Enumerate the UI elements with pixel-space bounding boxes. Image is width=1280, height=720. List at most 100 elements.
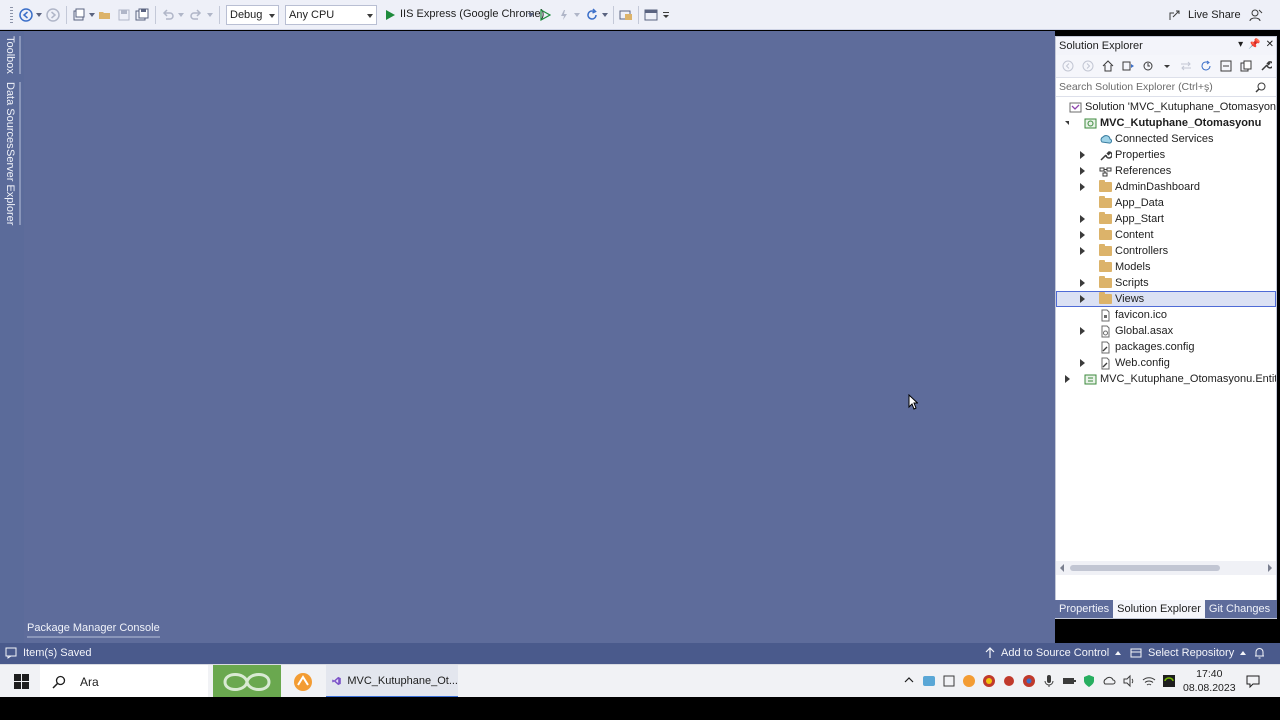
- layout-icon[interactable]: [643, 5, 659, 25]
- collapse-all-icon[interactable]: [1220, 60, 1232, 72]
- tree-item-global-asax[interactable]: Global.asax: [1056, 323, 1276, 339]
- chevron-down-icon[interactable]: [35, 5, 43, 25]
- collapsed-arrow-icon[interactable]: [1077, 323, 1087, 339]
- collapsed-arrow-icon[interactable]: [1077, 275, 1087, 291]
- start-without-debugging-icon[interactable]: [537, 5, 553, 25]
- refresh-browser-icon[interactable]: [584, 5, 600, 25]
- collapsed-arrow-icon[interactable]: [1077, 163, 1087, 179]
- tree-item-controllers[interactable]: Controllers: [1056, 243, 1276, 259]
- tree-item-web-config[interactable]: Web.config: [1056, 355, 1276, 371]
- tab-git-changes[interactable]: Git Changes: [1205, 600, 1274, 618]
- search-icon[interactable]: [1255, 82, 1266, 93]
- onedrive-icon[interactable]: [1102, 674, 1116, 688]
- add-to-source-control-button[interactable]: Add to Source Control: [985, 647, 1122, 659]
- taskbar-visual-studio-window[interactable]: MVC_Kutuphane_Ot...: [326, 665, 458, 698]
- security-shield-icon[interactable]: [1082, 674, 1096, 688]
- live-share-button[interactable]: Live Share: [1168, 5, 1241, 25]
- scrollbar-thumb[interactable]: [1070, 565, 1220, 571]
- chevron-down-icon[interactable]: [88, 5, 96, 25]
- tree-item-references[interactable]: References: [1056, 163, 1276, 179]
- tree-item-app-start[interactable]: App_Start: [1056, 211, 1276, 227]
- tree-item-app-data[interactable]: App_Data: [1056, 195, 1276, 211]
- tree-item-views[interactable]: Views: [1056, 291, 1276, 307]
- pending-changes-filter-icon[interactable]: [1142, 60, 1154, 72]
- scroll-right-icon[interactable]: [1267, 564, 1273, 572]
- feedback-icon[interactable]: [1248, 5, 1264, 25]
- collapsed-arrow-icon[interactable]: [1077, 147, 1087, 163]
- chevron-down-icon[interactable]: [1162, 60, 1172, 72]
- navigate-back-icon[interactable]: [18, 5, 34, 25]
- back-icon[interactable]: [1062, 60, 1074, 72]
- sublime-orange-app-icon[interactable]: [290, 665, 316, 698]
- tray-app-icon[interactable]: [982, 674, 996, 688]
- refresh-icon[interactable]: [1200, 60, 1212, 72]
- undo-icon[interactable]: [160, 5, 176, 25]
- collapsed-arrow-icon[interactable]: [1062, 371, 1072, 387]
- properties-wrench-icon[interactable]: [1260, 60, 1272, 72]
- browser-link-icon[interactable]: [618, 5, 634, 25]
- show-hidden-icons-icon[interactable]: [903, 674, 917, 688]
- tree-item-scripts[interactable]: Scripts: [1056, 275, 1276, 291]
- tray-app-blue-icon[interactable]: [922, 674, 936, 688]
- toolbar-overflow-icon[interactable]: [661, 5, 671, 25]
- configuration-select[interactable]: Debug: [226, 5, 279, 25]
- tray-display-icon[interactable]: [942, 674, 956, 688]
- horizontal-scrollbar[interactable]: [1056, 561, 1276, 575]
- tree-item-packages-config[interactable]: packages.config: [1056, 339, 1276, 355]
- chevron-down-icon[interactable]: [206, 5, 214, 25]
- collapsed-arrow-icon[interactable]: [1077, 243, 1087, 259]
- tree-solution[interactable]: Solution 'MVC_Kutuphane_Otomasyonu' (2: [1056, 99, 1276, 115]
- select-repository-button[interactable]: Select Repository: [1130, 647, 1247, 659]
- battery-icon[interactable]: [1062, 674, 1076, 688]
- switch-views-icon[interactable]: [1122, 60, 1134, 72]
- tab-properties[interactable]: Properties: [1055, 600, 1113, 618]
- save-icon[interactable]: [116, 5, 132, 25]
- collapsed-arrow-icon[interactable]: [1077, 355, 1087, 371]
- solution-explorer-search-input[interactable]: Search Solution Explorer (Ctrl+ş): [1056, 77, 1276, 97]
- taskbar-clock[interactable]: 17:40 08.08.2023: [1183, 667, 1236, 695]
- collapsed-arrow-icon[interactable]: [1077, 227, 1087, 243]
- tree-item-properties[interactable]: Properties: [1056, 147, 1276, 163]
- chevron-down-icon[interactable]: [527, 5, 535, 25]
- pin-icon[interactable]: 📌: [1248, 39, 1260, 50]
- server-explorer-tab[interactable]: Server Explorer: [4, 149, 21, 226]
- infinity-app-icon[interactable]: [213, 665, 281, 698]
- action-center-icon[interactable]: [1246, 674, 1260, 689]
- run-target-label[interactable]: IIS Express (Google Chrome): [400, 8, 544, 20]
- data-sources-tab[interactable]: Data Sources: [4, 82, 21, 149]
- close-icon[interactable]: ✕: [1266, 39, 1274, 50]
- expanded-arrow-icon[interactable]: [1062, 115, 1072, 131]
- start-debugging-icon[interactable]: [382, 5, 398, 25]
- taskbar-search-box[interactable]: Ara: [40, 665, 208, 698]
- wifi-icon[interactable]: [1142, 674, 1156, 688]
- collapsed-arrow-icon[interactable]: [1077, 292, 1087, 306]
- tree-item-content[interactable]: Content: [1056, 227, 1276, 243]
- chevron-down-icon[interactable]: [601, 5, 609, 25]
- home-icon[interactable]: [1102, 60, 1114, 72]
- sync-active-document-icon[interactable]: [1180, 60, 1192, 72]
- volume-icon[interactable]: [1122, 674, 1136, 688]
- save-all-icon[interactable]: [134, 5, 150, 25]
- chevron-down-icon[interactable]: [573, 5, 581, 25]
- editor-area[interactable]: [24, 31, 1055, 643]
- hot-reload-icon[interactable]: [556, 5, 572, 25]
- tree-item-admindashboard[interactable]: AdminDashboard: [1056, 179, 1276, 195]
- package-manager-console-tab[interactable]: Package Manager Console: [27, 622, 160, 638]
- tree-project-entities[interactable]: MVC_Kutuphane_Otomasyonu.Entities: [1056, 371, 1276, 387]
- show-all-files-icon[interactable]: [1240, 60, 1252, 72]
- tree-item-connected-services[interactable]: Connected Services: [1056, 131, 1276, 147]
- new-project-icon[interactable]: [71, 5, 87, 25]
- tray-orange-app-icon[interactable]: [962, 674, 976, 688]
- notifications-icon[interactable]: [1254, 647, 1265, 659]
- tree-item-models[interactable]: Models: [1056, 259, 1276, 275]
- microphone-icon[interactable]: [1042, 674, 1056, 688]
- tree-item-favicon[interactable]: favicon.ico: [1056, 307, 1276, 323]
- tree-project[interactable]: MVC_Kutuphane_Otomasyonu: [1056, 115, 1276, 131]
- platform-select[interactable]: Any CPU: [285, 5, 377, 25]
- collapsed-arrow-icon[interactable]: [1077, 179, 1087, 195]
- collapsed-arrow-icon[interactable]: [1077, 211, 1087, 227]
- tray-chrome-icon[interactable]: [1022, 674, 1036, 688]
- windows-start-icon[interactable]: [8, 665, 34, 698]
- toolbox-tab[interactable]: Toolbox: [4, 36, 21, 74]
- tray-record-icon[interactable]: [1002, 674, 1016, 688]
